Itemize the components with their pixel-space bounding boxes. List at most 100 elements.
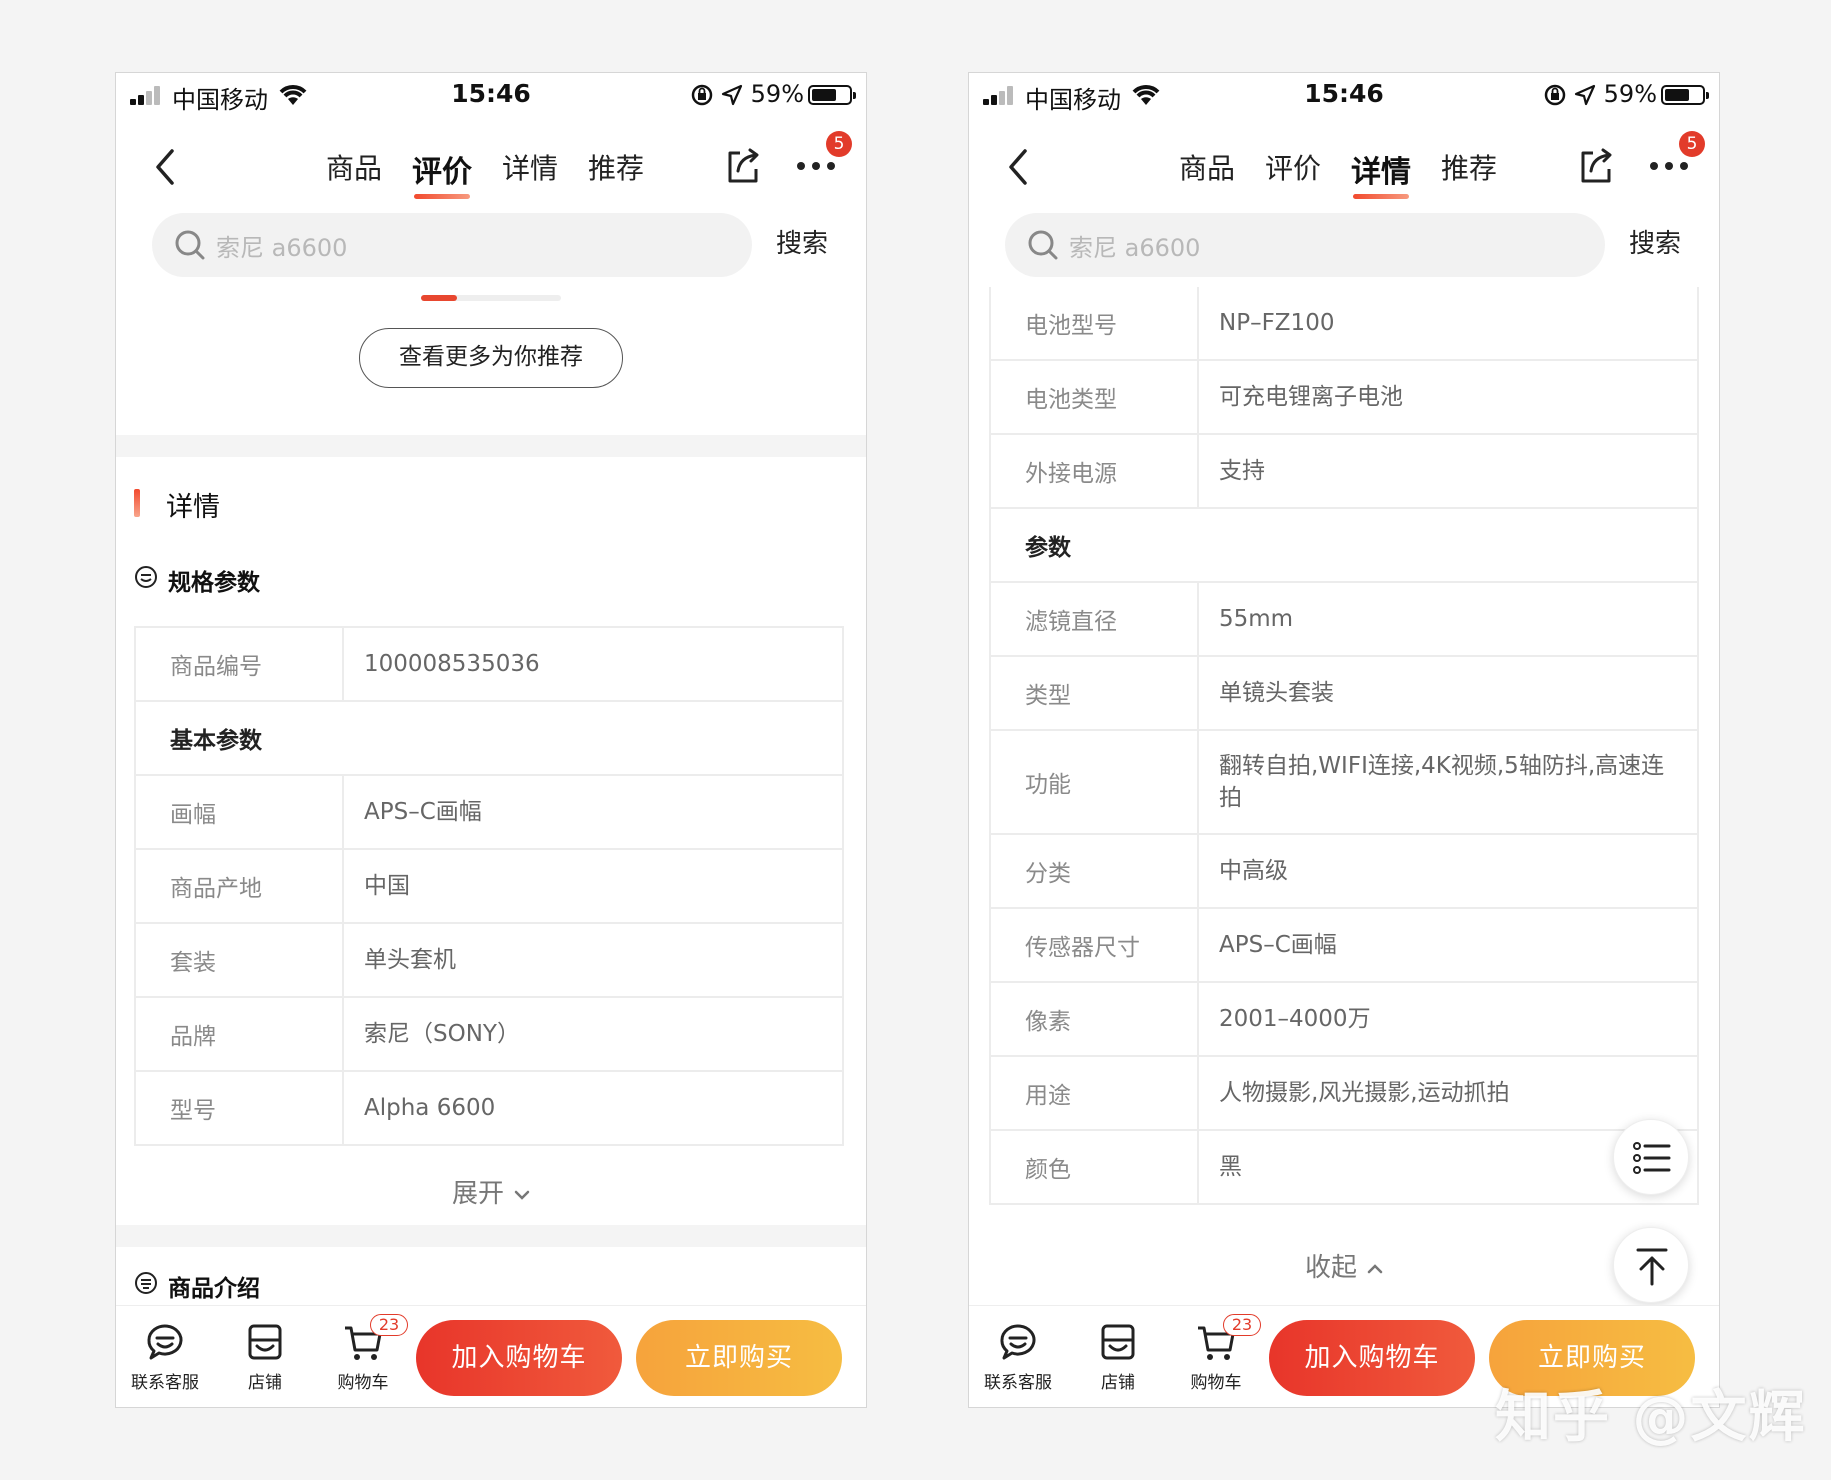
cart-button[interactable]: 购物车 23 [318, 1314, 408, 1393]
phone-screen-left: 中国移动 15:46 59% 商品 评价 详情 推荐 5 索尼 a6600 搜索… [115, 72, 867, 1408]
spec-value: 人物摄影,风光摄影,运动抓拍 [1219, 1080, 1510, 1106]
back-icon[interactable] [1003, 147, 1033, 187]
spec-row: 滤镜直径 55mm [991, 583, 1697, 657]
spec-value: 单头套机 [364, 947, 456, 973]
spec-row: 用途 人物摄影,风光摄影,运动抓拍 [991, 1057, 1697, 1131]
spec-key: 功能 [991, 731, 1199, 833]
search-button[interactable]: 搜索 [776, 223, 828, 260]
add-to-cart-button[interactable]: 加入购物车 [416, 1320, 622, 1396]
tab-recommend[interactable]: 推荐 [1441, 143, 1497, 193]
spec-key: 用途 [991, 1057, 1199, 1129]
spec-key: 电池类型 [991, 361, 1199, 433]
tab-product[interactable]: 商品 [326, 143, 382, 193]
cart-badge: 23 [1223, 1314, 1261, 1336]
shop-button[interactable]: 店铺 [220, 1320, 310, 1393]
bottom-action-bar: 联系客服 店铺 购物车 23 加入购物车 立即购买 [116, 1305, 866, 1407]
tab-recommend[interactable]: 推荐 [588, 143, 644, 193]
spec-value: 中高级 [1219, 858, 1288, 884]
section-gap [116, 435, 866, 457]
spec-value: 中国 [364, 873, 410, 899]
spec-key: 商品编号 [136, 628, 344, 700]
share-icon[interactable] [1577, 147, 1615, 185]
back-icon[interactable] [150, 147, 180, 187]
customer-service-icon [1000, 1324, 1036, 1360]
intro-icon [135, 1272, 157, 1294]
battery-percent: 59% [750, 80, 804, 108]
collapse-button[interactable]: 收起 [969, 1247, 1719, 1284]
spec-group-row: 基本参数 [136, 702, 842, 776]
spec-key: 类型 [991, 657, 1199, 729]
add-to-cart-button[interactable]: 加入购物车 [1269, 1320, 1475, 1396]
spec-key: 品牌 [136, 998, 344, 1070]
spec-key: 传感器尺寸 [991, 909, 1199, 981]
spec-row: 画幅 APS–C画幅 [136, 776, 842, 850]
search-icon [175, 230, 205, 260]
spec-key: 像素 [991, 983, 1199, 1055]
expand-button[interactable]: 展开 [116, 1173, 866, 1210]
spec-key: 套装 [136, 924, 344, 996]
spec-row: 传感器尺寸 APS–C画幅 [991, 909, 1697, 983]
details-section-title: 详情 [134, 485, 220, 524]
nav-bar: 商品 评价 详情 推荐 5 [969, 117, 1719, 217]
search-button[interactable]: 搜索 [1629, 223, 1681, 260]
back-to-top-fab[interactable] [1613, 1227, 1689, 1303]
tab-reviews[interactable]: 评价 [1265, 143, 1321, 193]
status-bar: 中国移动 15:46 59% [969, 73, 1719, 117]
chevron-down-icon [514, 1190, 530, 1200]
more-badge: 5 [826, 131, 852, 157]
spec-row: 颜色黑 [991, 1131, 1697, 1205]
spec-row: 电池类型 可充电锂离子电池 [991, 361, 1697, 435]
spec-value: Alpha 6600 [364, 1095, 496, 1121]
spec-icon [135, 566, 157, 588]
service-button[interactable]: 联系客服 [973, 1320, 1063, 1393]
more-icon[interactable] [1649, 161, 1689, 171]
battery-percent: 59% [1603, 80, 1657, 108]
carousel-indicator [421, 295, 561, 301]
tab-details[interactable]: 详情 [502, 143, 558, 193]
spec-value: 2001–4000万 [1219, 1006, 1371, 1032]
spec-row: 电池型号 NP–FZ100 [991, 287, 1697, 361]
more-icon[interactable] [796, 161, 836, 171]
tab-bar: 商品 评价 详情 推荐 [1179, 143, 1527, 199]
spec-key: 电池型号 [991, 287, 1199, 359]
spec-row: 型号 Alpha 6600 [136, 1072, 842, 1146]
cart-button[interactable]: 购物车 23 [1171, 1314, 1261, 1393]
cart-badge: 23 [370, 1314, 408, 1336]
spec-key: 滤镜直径 [991, 583, 1199, 655]
list-icon [1633, 1142, 1671, 1174]
buy-now-button[interactable]: 立即购买 [636, 1320, 842, 1396]
tab-product[interactable]: 商品 [1179, 143, 1235, 193]
rotation-lock-icon [1544, 84, 1566, 106]
more-badge: 5 [1679, 131, 1705, 157]
spec-value: APS–C画幅 [1219, 932, 1337, 958]
spec-row: 商品编号 100008535036 [136, 628, 842, 702]
service-button[interactable]: 联系客服 [120, 1320, 210, 1393]
shop-button[interactable]: 店铺 [1073, 1320, 1163, 1393]
share-icon[interactable] [724, 147, 762, 185]
customer-service-icon [147, 1324, 183, 1360]
search-input[interactable]: 索尼 a6600 [152, 213, 752, 277]
spec-row: 类型 单镜头套装 [991, 657, 1697, 731]
search-icon [1028, 230, 1058, 260]
spec-value: 索尼（SONY） [364, 1021, 520, 1047]
spec-group-label: 参数 [1025, 535, 1071, 561]
search-input[interactable]: 索尼 a6600 [1005, 213, 1605, 277]
spec-value: 可充电锂离子电池 [1219, 384, 1403, 410]
spec-key: 型号 [136, 1072, 344, 1144]
spec-key: 分类 [991, 835, 1199, 907]
spec-key: 画幅 [136, 776, 344, 848]
spec-value: 单镜头套装 [1219, 680, 1334, 706]
spec-value: 55mm [1219, 606, 1294, 632]
nav-bar: 商品 评价 详情 推荐 5 [116, 117, 866, 217]
spec-row: 商品产地 中国 [136, 850, 842, 924]
battery-icon [808, 85, 856, 105]
spec-table: 商品编号 100008535036 基本参数 画幅 APS–C画幅商品产地 中国 套装 单头套… [134, 626, 844, 1146]
spec-value: APS–C画幅 [364, 799, 482, 825]
list-fab[interactable] [1613, 1119, 1689, 1195]
spec-row: 分类 中高级 [991, 835, 1697, 909]
status-bar: 中国移动 15:46 59% [116, 73, 866, 117]
battery-icon [1661, 85, 1709, 105]
tab-reviews[interactable]: 评价 [412, 143, 472, 199]
more-recommend-button[interactable]: 查看更多为你推荐 [359, 328, 623, 388]
tab-details[interactable]: 详情 [1351, 143, 1411, 199]
